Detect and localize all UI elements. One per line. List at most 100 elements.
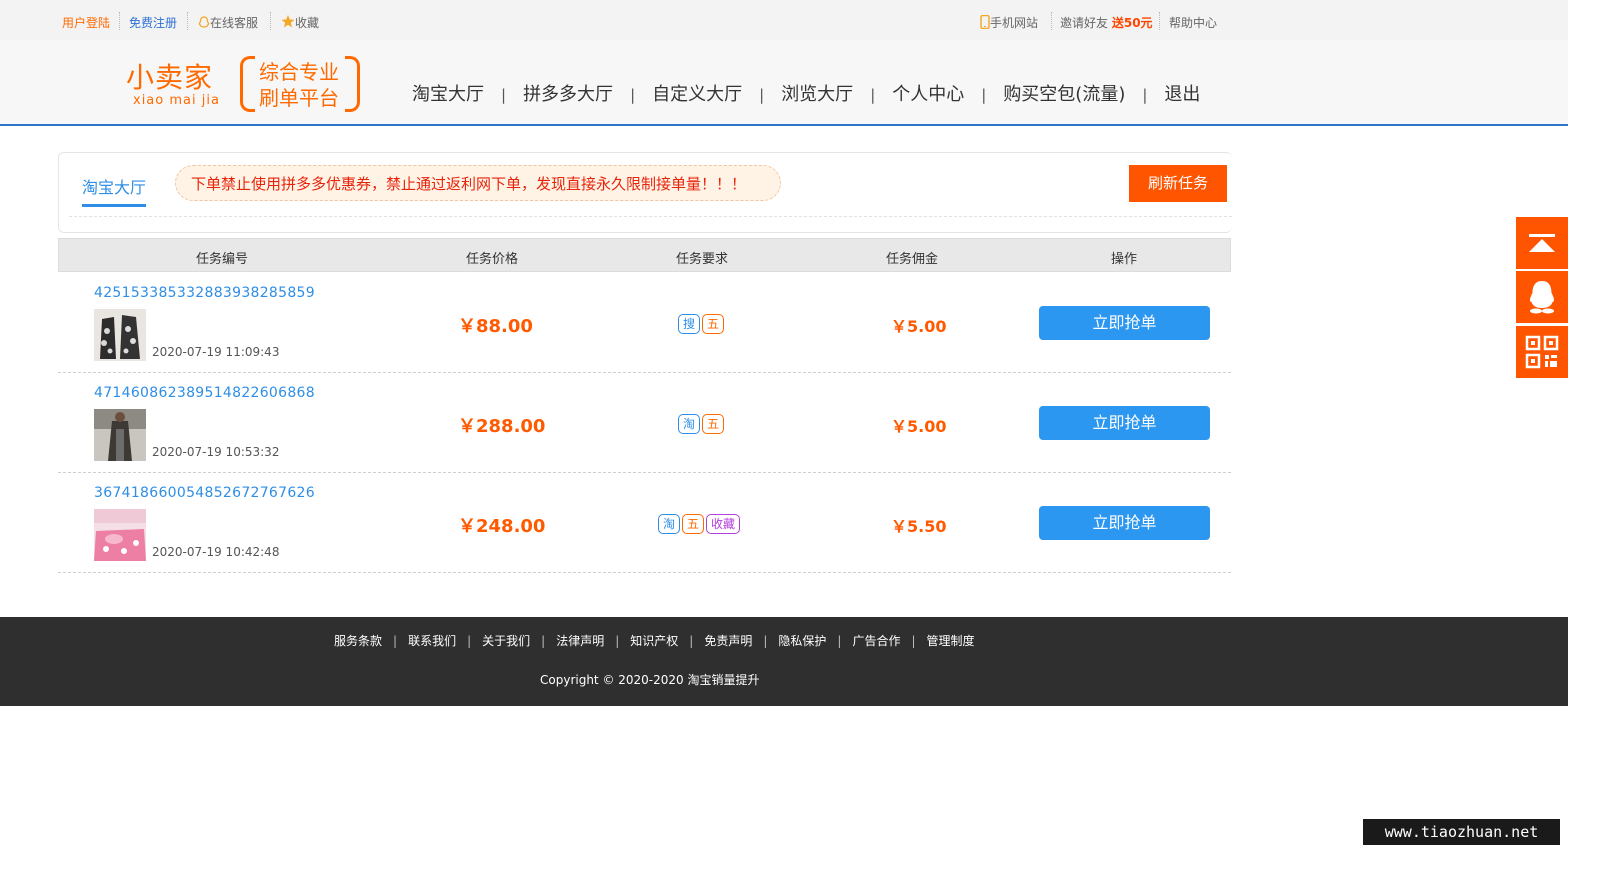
task-commission: ￥5.00 <box>891 317 947 336</box>
divider <box>119 12 120 30</box>
task-requirements: 搜 五 <box>678 314 725 334</box>
requirement-tag: 五 <box>702 314 725 334</box>
divider <box>69 216 1232 217</box>
footer-link-about[interactable]: 关于我们 <box>482 634 530 648</box>
favorite-link[interactable]: 收藏 <box>281 14 319 31</box>
logo-bracket-right <box>345 56 360 112</box>
footer-link-rules[interactable]: 管理制度 <box>927 634 975 648</box>
table-row: 425153385332883938285859 2020-07-19 11:0… <box>58 273 1231 373</box>
requirement-tag: 五 <box>682 514 705 534</box>
grab-order-button[interactable]: 立即抢单 <box>1039 406 1210 440</box>
nav-separator: | <box>501 86 507 104</box>
footer-link-terms[interactable]: 服务条款 <box>334 634 382 648</box>
nav-taobao-hall[interactable]: 淘宝大厅 <box>412 84 484 105</box>
grab-order-button[interactable]: 立即抢单 <box>1039 506 1210 540</box>
customer-service-label: 在线客服 <box>210 16 259 30</box>
mobile-site-link[interactable]: 手机网站 <box>980 14 1038 31</box>
footer-link-disclaimer[interactable]: 免责声明 <box>704 634 752 648</box>
footer-link-ads[interactable]: 广告合作 <box>852 634 900 648</box>
task-id-link[interactable]: 367418660054852672767626 <box>94 485 315 501</box>
invite-label: 邀请好友 <box>1060 16 1109 30</box>
footer-links: 服务条款 | 联系我们 | 关于我们 | 法律声明 | 知识产权 | 免责声明 | 隐私保护 | 广告合作 |… <box>334 632 975 649</box>
nav-logout[interactable]: 退出 <box>1164 84 1200 105</box>
header-task-requirements: 任务要求 <box>676 252 729 267</box>
requirement-tag: 收藏 <box>706 514 741 534</box>
nav-buy-traffic[interactable]: 购买空包(流量) <box>1003 84 1125 105</box>
nav-separator: | <box>870 86 876 104</box>
footer-link-legal[interactable]: 法律声明 <box>556 634 604 648</box>
table-row: 471460862389514822606868 2020-07-19 10:5… <box>58 373 1231 473</box>
nav-separator: | <box>1142 86 1148 104</box>
copyright: Copyright © 2020-2020 淘宝销量提升 <box>540 673 760 687</box>
qrcode-button[interactable] <box>1516 326 1568 378</box>
qq-icon <box>1530 281 1554 314</box>
footer-separator: | <box>541 634 546 648</box>
star-icon <box>281 15 295 28</box>
requirement-tag: 五 <box>702 414 725 434</box>
divider <box>1051 12 1052 30</box>
divider <box>187 12 188 30</box>
invite-link[interactable]: 邀请好友 送50元 <box>1060 14 1153 31</box>
product-thumbnail[interactable] <box>94 409 146 461</box>
nav-user-center[interactable]: 个人中心 <box>892 84 964 105</box>
task-requirements: 淘 五 <box>678 414 725 434</box>
nav-separator: | <box>981 86 987 104</box>
qq-icon <box>198 16 210 28</box>
header-action: 操作 <box>1111 252 1138 267</box>
table-row: 367418660054852672767626 2020-07-19 10:4… <box>58 473 1231 573</box>
nav-browse-hall[interactable]: 浏览大厅 <box>781 84 853 105</box>
divider <box>270 12 271 30</box>
phone-icon <box>980 14 990 30</box>
footer-separator: | <box>837 634 842 648</box>
header-task-id: 任务编号 <box>196 252 249 267</box>
footer-link-ip[interactable]: 知识产权 <box>630 634 678 648</box>
tab-taobao-hall[interactable]: 淘宝大厅 <box>82 174 147 207</box>
task-requirements: 淘 五 收藏 <box>658 514 741 534</box>
logo-name: 小卖家 <box>126 61 214 94</box>
footer-separator: | <box>393 634 398 648</box>
customer-service-link[interactable]: 在线客服 <box>198 14 258 31</box>
header-task-price: 任务价格 <box>466 252 519 267</box>
logo-slogan-line2: 刷单平台 <box>259 86 339 110</box>
task-commission: ￥5.00 <box>891 417 947 436</box>
task-id-link[interactable]: 425153385332883938285859 <box>94 285 315 301</box>
divider <box>1159 12 1160 30</box>
register-link[interactable]: 免费注册 <box>129 14 177 31</box>
footer-separator: | <box>763 634 768 648</box>
refresh-tasks-button[interactable]: 刷新任务 <box>1129 165 1227 202</box>
grab-order-button[interactable]: 立即抢单 <box>1039 306 1210 340</box>
task-id-link[interactable]: 471460862389514822606868 <box>94 385 315 401</box>
footer-separator: | <box>615 634 620 648</box>
footer-link-contact[interactable]: 联系我们 <box>408 634 456 648</box>
product-thumbnail[interactable] <box>94 309 146 361</box>
footer-link-privacy[interactable]: 隐私保护 <box>778 634 826 648</box>
help-link[interactable]: 帮助中心 <box>1169 14 1217 31</box>
watermark: www.tiaozhuan.net <box>1363 819 1560 845</box>
task-price: ￥288.00 <box>458 416 546 437</box>
mobile-site-label: 手机网站 <box>990 16 1039 30</box>
task-date: 2020-07-19 11:09:43 <box>152 345 280 359</box>
qrcode-icon <box>1525 335 1559 369</box>
nav-pdd-hall[interactable]: 拼多多大厅 <box>523 84 613 105</box>
qq-contact-button[interactable] <box>1516 271 1568 323</box>
favorite-label: 收藏 <box>295 16 320 30</box>
task-table-header: 任务编号 任务价格 任务要求 任务佣金 操作 <box>58 238 1231 272</box>
header-task-commission: 任务佣金 <box>886 252 939 267</box>
main-nav: 淘宝大厅 | 拼多多大厅 | 自定义大厅 | 浏览大厅 | 个人中心 | 购买空包(流量) | 退出 <box>412 80 1200 106</box>
nav-separator: | <box>630 86 636 104</box>
task-price: ￥248.00 <box>458 516 546 537</box>
footer-separator: | <box>689 634 694 648</box>
requirement-tag: 搜 <box>678 314 701 334</box>
login-link[interactable]: 用户登陆 <box>62 14 110 31</box>
nav-custom-hall[interactable]: 自定义大厅 <box>652 84 742 105</box>
product-thumbnail[interactable] <box>94 509 146 561</box>
footer-separator: | <box>467 634 472 648</box>
back-to-top-icon <box>1529 234 1555 252</box>
site-footer <box>0 617 1568 706</box>
footer-separator: | <box>911 634 916 648</box>
logo-bracket-left <box>240 56 255 112</box>
top-bar: 用户登陆 免费注册 在线客服 收藏 手机网站 邀请好友 送50元 帮助中心 <box>0 0 1568 41</box>
requirement-tag: 淘 <box>678 414 701 434</box>
task-date: 2020-07-19 10:42:48 <box>152 545 280 559</box>
back-to-top-button[interactable] <box>1516 217 1568 269</box>
